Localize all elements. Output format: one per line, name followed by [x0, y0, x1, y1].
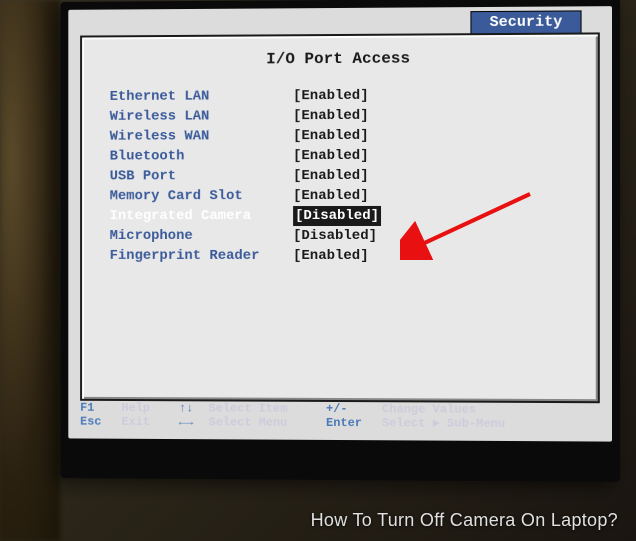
- key-leftright-icon: ←→: [179, 415, 201, 429]
- setting-label: USB Port: [110, 166, 293, 186]
- setting-value: [Disabled]: [293, 206, 381, 226]
- setting-label: Microphone: [110, 226, 293, 246]
- bios-footer: F1 Esc Help Exit ↑↓ ←→ Select Item Selec…: [80, 401, 600, 440]
- setting-ethernet-lan[interactable]: Ethernet LAN [Enabled]: [110, 85, 598, 107]
- panel-title: I/O Port Access: [82, 34, 598, 87]
- setting-fingerprint-reader[interactable]: Fingerprint Reader [Enabled]: [110, 246, 598, 266]
- setting-wireless-lan[interactable]: Wireless LAN [Enabled]: [110, 105, 598, 127]
- setting-value: [Disabled]: [293, 226, 377, 246]
- footer-select-submenu-label: Select ► Sub-Menu: [382, 416, 505, 431]
- tab-security[interactable]: Security: [470, 10, 581, 33]
- key-updown-icon: ↑↓: [179, 401, 201, 415]
- background-blur: [0, 0, 60, 541]
- bios-screen: Security I/O Port Access Ethernet LAN [E…: [68, 6, 612, 441]
- setting-integrated-camera[interactable]: Integrated Camera [Disabled]: [110, 206, 598, 226]
- setting-label: Fingerprint Reader: [110, 246, 293, 266]
- bios-tab-bar: Security: [470, 10, 581, 33]
- setting-wireless-wan[interactable]: Wireless WAN [Enabled]: [110, 125, 598, 146]
- setting-microphone[interactable]: Microphone [Disabled]: [110, 226, 598, 246]
- setting-value: [Enabled]: [293, 86, 369, 106]
- setting-label: Wireless WAN: [110, 126, 293, 146]
- settings-list: Ethernet LAN [Enabled] Wireless LAN [Ena…: [82, 85, 598, 266]
- setting-label: Bluetooth: [110, 146, 293, 166]
- image-caption: How To Turn Off Camera On Laptop?: [311, 510, 618, 531]
- setting-label: Integrated Camera: [110, 206, 293, 226]
- footer-change-values-label: Change Values: [382, 402, 505, 417]
- setting-value: [Enabled]: [293, 186, 369, 206]
- setting-label: Wireless LAN: [110, 106, 293, 127]
- footer-select-item-label: Select Item: [209, 401, 318, 416]
- io-port-access-panel: I/O Port Access Ethernet LAN [Enabled] W…: [80, 32, 600, 403]
- setting-label: Ethernet LAN: [110, 86, 293, 107]
- setting-memory-card-slot[interactable]: Memory Card Slot [Enabled]: [110, 186, 598, 207]
- setting-bluetooth[interactable]: Bluetooth [Enabled]: [110, 145, 598, 166]
- footer-exit-label: Exit: [122, 415, 171, 429]
- setting-value: [Enabled]: [293, 146, 369, 166]
- setting-value: [Enabled]: [293, 246, 369, 266]
- key-plusminus: +/-: [326, 402, 374, 416]
- setting-value: [Enabled]: [293, 166, 369, 186]
- setting-value: [Enabled]: [293, 126, 369, 146]
- key-esc: Esc: [80, 415, 114, 429]
- footer-select-menu-label: Select Menu: [209, 415, 318, 430]
- key-f1: F1: [80, 401, 114, 415]
- laptop-frame: Security I/O Port Access Ethernet LAN [E…: [60, 0, 620, 482]
- key-enter: Enter: [326, 416, 374, 430]
- footer-help-label: Help: [122, 401, 171, 415]
- setting-usb-port[interactable]: USB Port [Enabled]: [110, 165, 598, 186]
- setting-value: [Enabled]: [293, 106, 369, 126]
- setting-label: Memory Card Slot: [110, 186, 293, 206]
